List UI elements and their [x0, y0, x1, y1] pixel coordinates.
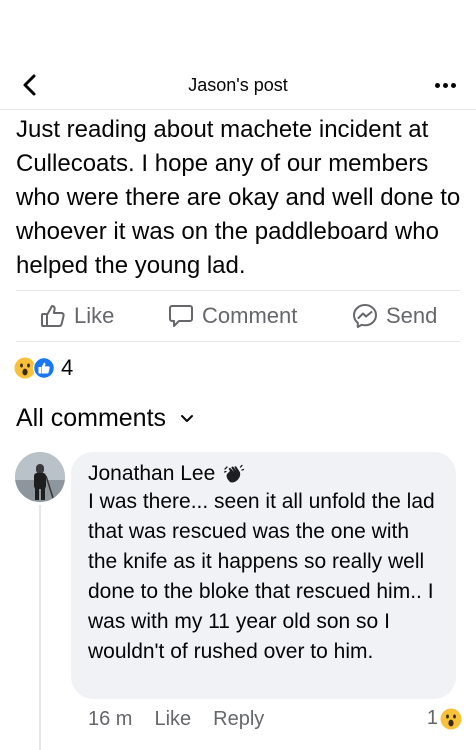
comment-like-button[interactable]: Like [154, 708, 191, 731]
comment-meta: 16 m Like Reply [88, 708, 286, 731]
comment-author-name: Jonathan Lee [88, 462, 216, 485]
more-dots-icon [434, 82, 440, 88]
reaction-summary[interactable]: 4 [14, 355, 73, 381]
avatar[interactable] [15, 452, 65, 502]
send-label: Send [386, 303, 438, 328]
comment-reaction-count: 1 [426, 707, 438, 729]
reaction-count: 4 [61, 355, 74, 380]
like-button[interactable]: Like [40, 291, 114, 341]
waving-hand-badge-icon [224, 464, 245, 483]
comments-filter-dropdown[interactable]: All comments [16, 404, 194, 433]
page-title: Jason's post [188, 75, 288, 95]
more-dot [442, 82, 448, 88]
comment-bubble: Jonathan Lee I was there... seen it all … [71, 452, 456, 699]
chevron-down-icon [181, 414, 194, 422]
comment-label: Comment [202, 303, 298, 328]
post-action-bar: Like Comment Send [16, 290, 460, 342]
wow-reaction-icon [440, 708, 462, 729]
comments-heading-label: All comments [16, 404, 167, 432]
comment-reply-button[interactable]: Reply [213, 708, 264, 731]
more-options-button[interactable] [430, 70, 460, 100]
top-bar: Jason's post [0, 0, 476, 110]
comment-author-row[interactable]: Jonathan Lee [88, 462, 440, 486]
thumbs-up-icon [41, 305, 65, 327]
profile-photo [15, 452, 65, 502]
comment-reaction-summary[interactable]: 1 [427, 707, 462, 730]
comment-text: I was there... seen it all unfold the la… [88, 490, 435, 663]
post-body: Just reading about machete incident at C… [16, 116, 461, 279]
like-label: Like [74, 303, 115, 328]
more-dot [450, 82, 456, 88]
send-button[interactable]: Send [352, 291, 437, 341]
comment-bubble-icon [169, 305, 193, 327]
comment-thread-line [39, 505, 41, 750]
like-reaction-icon [33, 357, 55, 379]
comment-button[interactable]: Comment [168, 291, 297, 341]
comment-timestamp[interactable]: 16 m [88, 708, 132, 731]
messenger-icon [353, 304, 377, 328]
